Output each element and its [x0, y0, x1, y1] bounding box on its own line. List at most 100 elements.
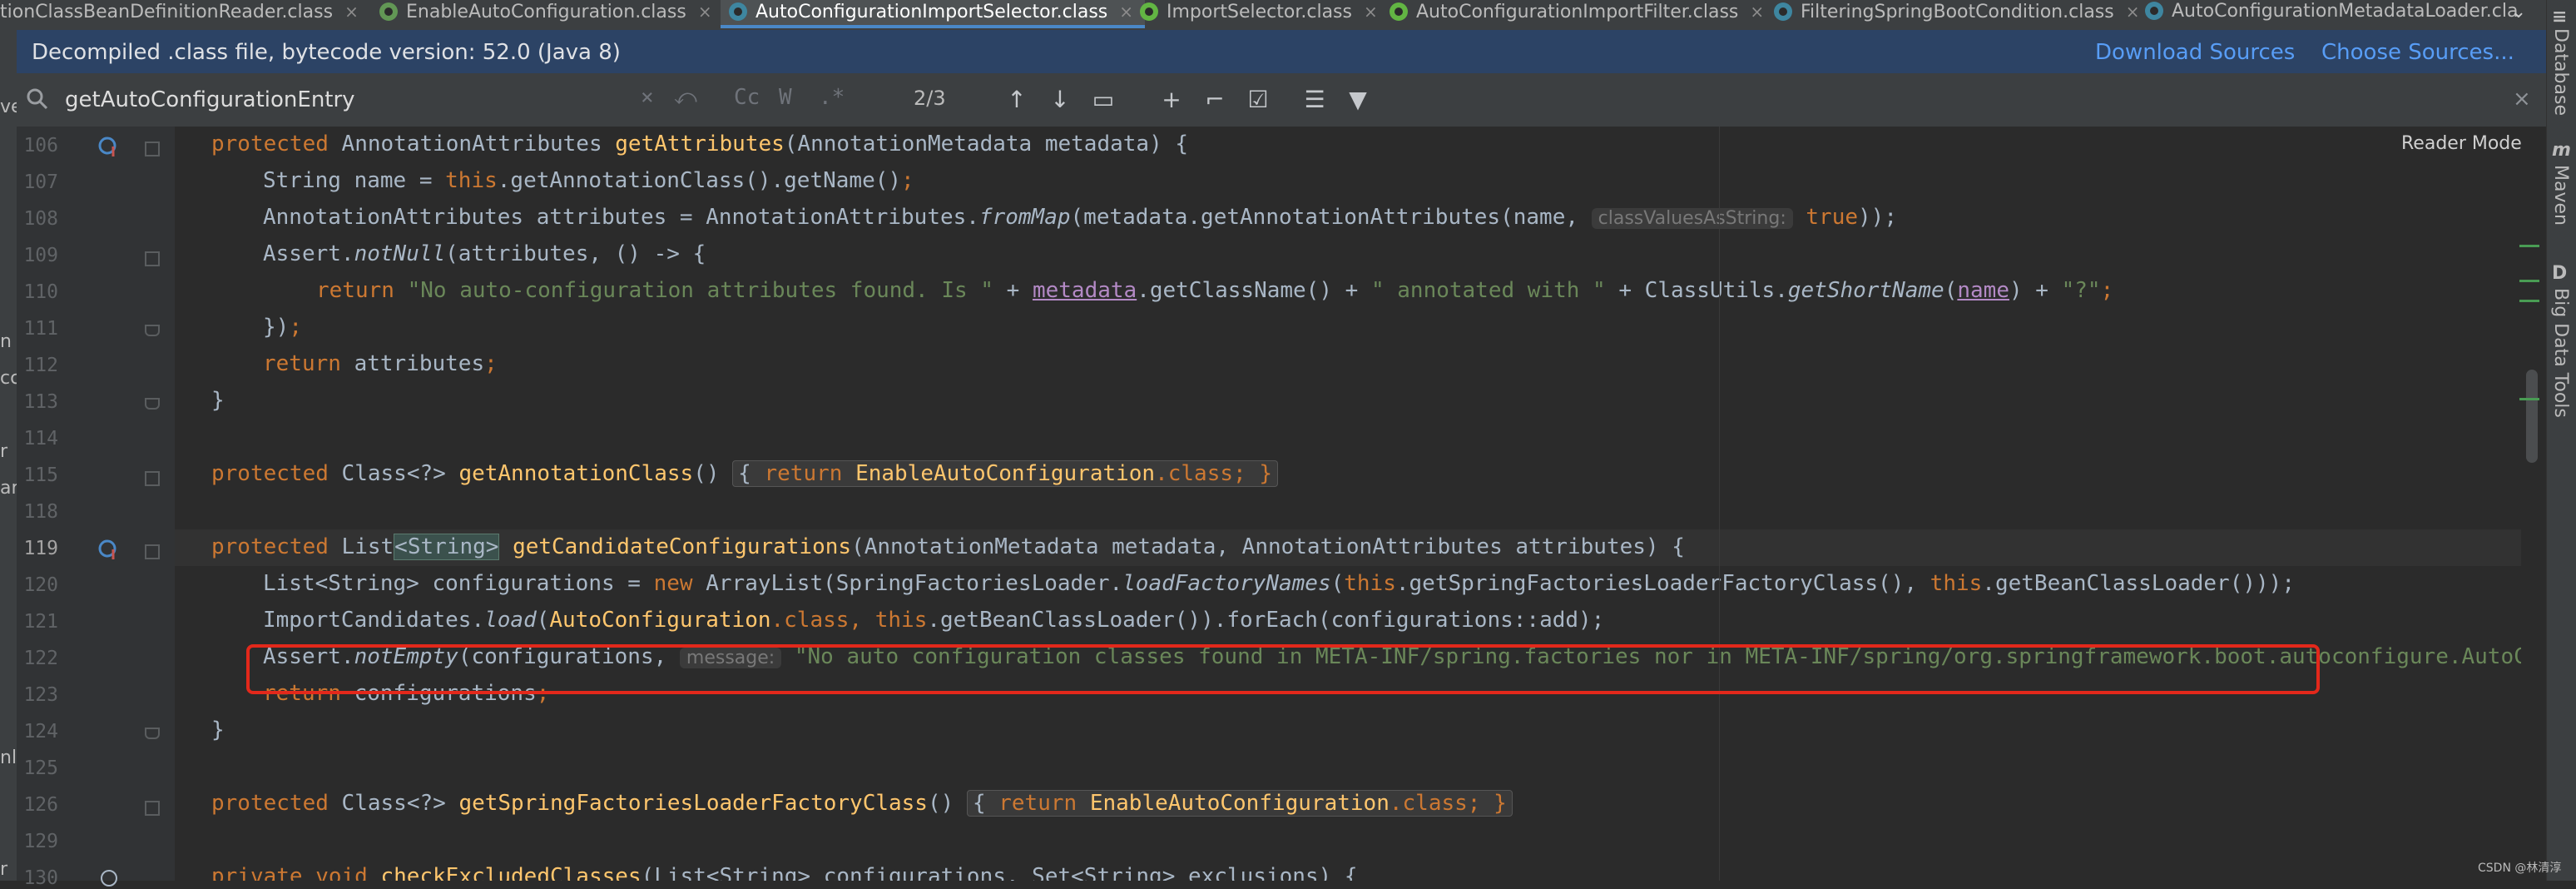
fold-end-icon[interactable]: [145, 728, 160, 739]
at-annotation-icon: [101, 870, 117, 887]
tab-auto-configuration-import-selector[interactable]: AutoConfigurationImportSelector.class ×: [721, 0, 1146, 28]
overrides-method-icon[interactable]: [98, 539, 120, 561]
code-token: protected: [211, 461, 342, 486]
code-token: (List<String> configurations, Set<String…: [641, 864, 1358, 881]
previous-occurrence-arrow-up-icon[interactable]: ↑: [1002, 85, 1032, 115]
fold-end-icon[interactable]: [145, 325, 160, 336]
maven-tool-button[interactable]: Maven: [2550, 165, 2571, 226]
code-token: this: [874, 608, 928, 633]
clear-search-icon[interactable]: ×: [641, 85, 654, 115]
watermark-text: CSDN @林清淳: [2478, 862, 2562, 875]
annotation-highlight-box: [246, 644, 2320, 694]
code-token: (): [693, 461, 733, 486]
search-match-marker[interactable]: [2519, 280, 2539, 282]
code-token: fromMap: [978, 205, 1071, 230]
code-editor[interactable]: protected AnnotationAttributes getAttrib…: [175, 127, 2521, 881]
code-token: notNull: [354, 241, 446, 266]
add-occurrence-icon[interactable]: +: [1157, 85, 1186, 115]
code-token: protected: [211, 132, 342, 156]
maven-icon[interactable]: m: [2552, 140, 2571, 161]
project-panel-edge[interactable]: ve n cc r ar nl r: [0, 30, 17, 881]
filter-options-icon[interactable]: ☰: [1300, 85, 1330, 115]
fold-toggle-icon[interactable]: [145, 251, 160, 266]
line-number: 123: [23, 684, 58, 706]
tab-label: FilteringSpringBootCondition.class: [1801, 2, 2114, 22]
database-tool-button[interactable]: Database: [2550, 28, 2571, 116]
code-token: ;: [2100, 278, 2114, 303]
code-token: String name =: [263, 168, 446, 193]
fold-toggle-icon[interactable]: [145, 142, 160, 156]
decompiled-banner: Decompiled .class file, bytecode version…: [17, 30, 2546, 73]
fold-end-icon[interactable]: [145, 398, 160, 410]
big-data-tools-icon[interactable]: D: [2552, 263, 2567, 284]
code-text: });: [263, 315, 302, 340]
tab-label: tionClassBeanDefinitionReader.class: [0, 2, 334, 22]
line-number: 130: [23, 867, 58, 889]
choose-sources-link[interactable]: Choose Sources...: [2321, 40, 2514, 65]
folded-code-region[interactable]: { return EnableAutoConfiguration.class; …: [732, 460, 1278, 487]
close-find-bar-icon[interactable]: ×: [2513, 87, 2531, 112]
code-token: load: [484, 608, 537, 633]
tab-auto-configuration-metadata-loader[interactable]: AutoConfigurationMetadataLoader.cla: [2145, 0, 2518, 28]
tab-list-chevron-down-icon[interactable]: ⌄: [2506, 0, 2531, 28]
next-occurrence-arrow-down-icon[interactable]: ↓: [1045, 85, 1075, 115]
tab-import-class-bean-definition-reader[interactable]: tionClassBeanDefinitionReader.class ×: [0, 0, 359, 28]
code-token: ;: [901, 168, 914, 193]
show-in-window-icon[interactable]: ▭: [1088, 85, 1118, 115]
tab-close-icon[interactable]: ×: [344, 2, 359, 22]
search-input[interactable]: [63, 82, 649, 118]
find-bar: × ⤺ Cc W .* 2/3 ↑ ↓ ▭ + ⌐ ☑ ☰ ▼ ×: [17, 73, 2546, 127]
tab-close-icon[interactable]: ×: [2126, 2, 2140, 22]
tab-close-icon[interactable]: ×: [1119, 2, 1133, 22]
select-all-occurrences-icon[interactable]: ☑: [1243, 85, 1273, 115]
line-number-gutter[interactable]: 106 107 108 109 110 111 112 113 114 115 …: [17, 127, 190, 889]
folded-code-region[interactable]: { return EnableAutoConfiguration.class; …: [966, 790, 1513, 817]
tab-close-icon[interactable]: ×: [1750, 2, 1764, 22]
code-line: return "No auto-configuration attributes…: [175, 273, 2521, 310]
fold-toggle-icon[interactable]: [145, 544, 160, 559]
code-token: return: [998, 791, 1090, 816]
tab-filtering-spring-boot-condition[interactable]: FilteringSpringBootCondition.class ×: [1774, 0, 2140, 28]
download-sources-link[interactable]: Download Sources: [2095, 40, 2295, 65]
overrides-method-icon[interactable]: [98, 137, 120, 158]
tab-auto-configuration-import-filter[interactable]: AutoConfigurationImportFilter.class ×: [1390, 0, 1764, 28]
code-token: AnnotationAttributes attributes = Annota…: [263, 205, 979, 230]
search-match-marker[interactable]: [2519, 245, 2539, 247]
whole-words-button[interactable]: W: [779, 85, 792, 115]
code-line: }: [175, 383, 2521, 420]
code-text: String name = this.getAnnotationClass().…: [263, 168, 914, 193]
code-token: List<String> configurations =: [263, 571, 654, 596]
replace-toggle-icon[interactable]: ⤺: [674, 85, 697, 115]
code-token: ; }: [1467, 791, 1507, 816]
big-data-tools-button[interactable]: Big Data Tools: [2550, 288, 2571, 418]
code-token: "No auto-configuration attributes found.…: [407, 278, 993, 303]
tab-label: AutoConfigurationImportFilter.class: [1416, 2, 1739, 22]
line-number: 107: [23, 171, 58, 193]
regex-button[interactable]: .*: [819, 85, 845, 115]
tab-close-icon[interactable]: ×: [698, 2, 712, 22]
filter-icon[interactable]: ▼: [1343, 85, 1373, 115]
fold-toggle-icon[interactable]: [145, 801, 160, 816]
tab-import-selector[interactable]: ImportSelector.class ×: [1140, 0, 1378, 28]
line-number: 111: [23, 318, 58, 340]
search-match-marker[interactable]: [2519, 300, 2539, 302]
tab-label: EnableAutoConfiguration.class: [406, 2, 686, 22]
remove-occurrence-icon[interactable]: ⌐: [1200, 85, 1230, 115]
code-token: }): [263, 315, 290, 340]
vertical-scrollbar[interactable]: [2521, 127, 2546, 881]
reader-mode-button[interactable]: Reader Mode: [2401, 133, 2522, 154]
match-case-button[interactable]: Cc: [734, 85, 760, 115]
line-number: 125: [23, 757, 58, 779]
tab-close-icon[interactable]: ×: [1364, 2, 1378, 22]
search-match-marker[interactable]: [2519, 398, 2539, 400]
search-icon: [27, 88, 48, 110]
code-token: (metadata.getAnnotationAttributes(name,: [1070, 205, 1592, 230]
fold-toggle-icon[interactable]: [145, 471, 160, 486]
database-icon[interactable]: ≡: [2552, 7, 2567, 27]
code-token: .class,: [770, 608, 875, 633]
tab-enable-auto-configuration[interactable]: EnableAutoConfiguration.class ×: [379, 0, 712, 28]
scrollbar-thumb[interactable]: [2526, 370, 2538, 463]
code-token: (AnnotationMetadata metadata) {: [784, 132, 1189, 156]
